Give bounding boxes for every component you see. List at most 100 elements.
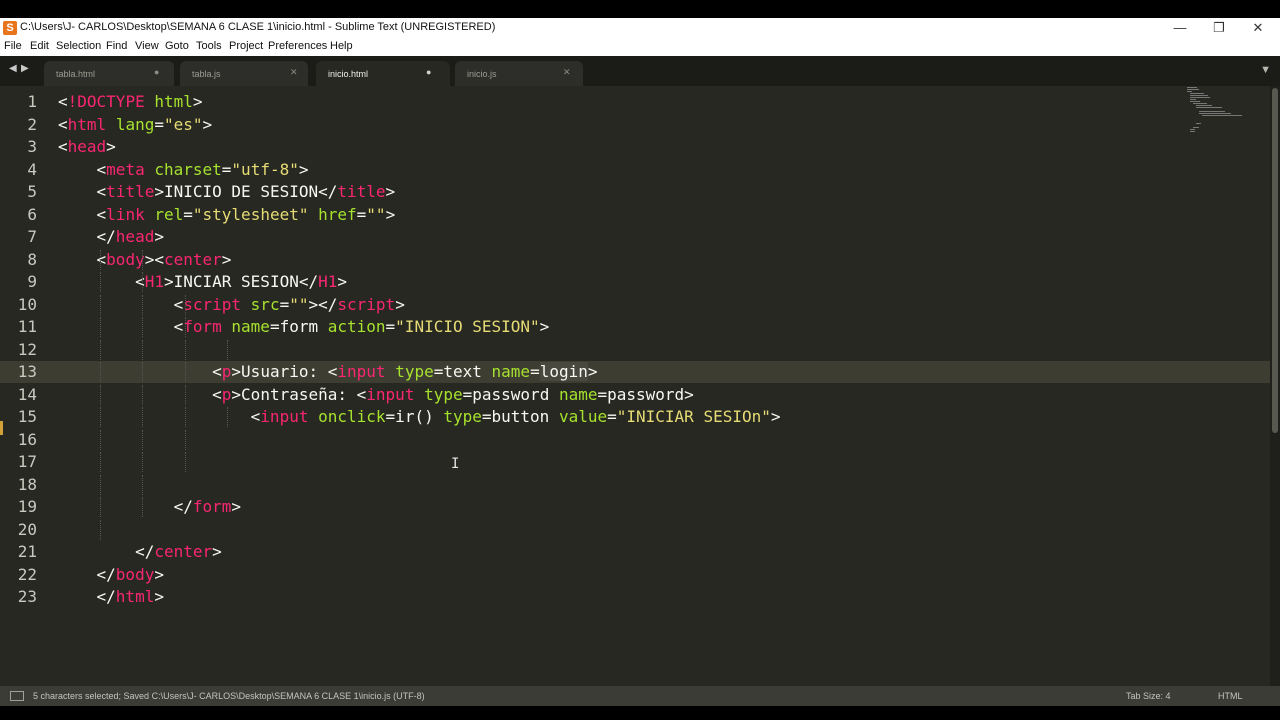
- tab-tabla-js[interactable]: tabla.js ✕: [180, 61, 308, 86]
- code-token: center: [154, 542, 213, 561]
- tab-next-icon[interactable]: ▶: [21, 63, 29, 74]
- menu-help[interactable]: Help: [330, 40, 353, 52]
- menu-tools[interactable]: Tools: [196, 40, 222, 52]
- indent-guide: [184, 294, 187, 315]
- line-number: 22: [17, 564, 37, 584]
- code-line[interactable]: <!DOCTYPE html>: [58, 91, 203, 113]
- code-token: >: [770, 407, 781, 426]
- code-line[interactable]: <script src=""></script>: [58, 294, 405, 316]
- code-token: <: [212, 384, 222, 404]
- code-token: name: [558, 384, 598, 404]
- unsaved-dot-icon[interactable]: ●: [426, 67, 431, 77]
- code-token: <: [58, 114, 68, 134]
- code-token: >: [337, 272, 348, 291]
- minimap[interactable]: [1185, 86, 1245, 146]
- code-line[interactable]: </html>: [58, 586, 164, 608]
- code-line[interactable]: <link rel="stylesheet" href="">: [58, 204, 396, 226]
- code-token: INCIAR SESION: [173, 272, 299, 291]
- indent-guide: [100, 272, 102, 292]
- code-token: action: [327, 317, 386, 336]
- tab-inicio-html[interactable]: inicio.html ●: [316, 61, 450, 86]
- code-token: name: [231, 317, 270, 336]
- tab-close-icon[interactable]: ✕: [563, 67, 571, 78]
- code-line[interactable]: <html lang="es">: [58, 114, 212, 136]
- code-line[interactable]: <form name=form action="INICIO SESION">: [58, 316, 550, 338]
- menu-find[interactable]: Find: [106, 40, 127, 52]
- menu-preferences[interactable]: Preferences: [268, 40, 327, 52]
- code-token: <: [327, 362, 338, 381]
- indent-guide: [142, 294, 144, 315]
- code-token: >: [154, 227, 164, 246]
- indent-guide: [100, 407, 102, 427]
- code-line[interactable]: </head>: [58, 226, 164, 248]
- indent-guide: [184, 452, 187, 472]
- indent-guide: [100, 452, 102, 472]
- minimize-button[interactable]: —: [1160, 18, 1200, 38]
- code-line[interactable]: <body><center>: [58, 249, 232, 271]
- code-token: >: [587, 362, 598, 381]
- close-button[interactable]: ✕: [1238, 18, 1278, 38]
- code-token: Contraseña:: [241, 384, 357, 404]
- code-token: >: [231, 362, 242, 381]
- code-token: "INICIAR SESIOn": [616, 407, 771, 426]
- code-token: <: [356, 384, 367, 404]
- menu-project[interactable]: Project: [229, 40, 263, 52]
- menu-selection[interactable]: Selection: [56, 40, 101, 52]
- code-token: >: [395, 294, 405, 314]
- restore-button[interactable]: ❐: [1199, 18, 1239, 38]
- code-token: script: [337, 294, 396, 314]
- menu-bar: File Edit Selection Find View Goto Tools…: [0, 38, 1280, 56]
- code-token: html: [67, 114, 107, 134]
- line-number: 15: [17, 407, 37, 426]
- tab-size-selector[interactable]: Tab Size: 4: [1126, 691, 1171, 701]
- menu-edit[interactable]: Edit: [30, 40, 49, 52]
- tab-label: inicio.js: [467, 69, 497, 79]
- code-token: =: [385, 317, 396, 336]
- code-token: </: [318, 182, 338, 201]
- indent-guide: [100, 384, 102, 405]
- code-line[interactable]: <p>Usuario: <input type=text name=login>: [58, 361, 598, 383]
- code-token: >: [231, 384, 242, 404]
- menu-file[interactable]: File: [4, 40, 22, 52]
- indent-guide: [142, 272, 144, 292]
- syntax-selector[interactable]: HTML: [1218, 691, 1243, 701]
- sublime-logo-icon: S: [3, 21, 17, 35]
- code-line[interactable]: <title>INICIO DE SESION</title>: [58, 181, 396, 203]
- code-token: form: [192, 497, 232, 516]
- code-token: >: [298, 159, 309, 179]
- tab-inicio-js[interactable]: inicio.js ✕: [455, 61, 583, 86]
- code-token: =ir(): [385, 407, 444, 426]
- code-line[interactable]: </center>: [58, 541, 222, 563]
- code-line[interactable]: <p>Contraseña: <input type=password name…: [58, 384, 694, 406]
- menu-view[interactable]: View: [135, 40, 159, 52]
- code-line[interactable]: <head>: [58, 136, 116, 158]
- panel-toggle-icon[interactable]: [10, 691, 24, 701]
- scrollbar-thumb[interactable]: [1272, 88, 1278, 433]
- menu-goto[interactable]: Goto: [165, 40, 189, 52]
- code-line[interactable]: <input onclick=ir() type=button value="I…: [58, 406, 781, 428]
- vertical-scrollbar[interactable]: [1270, 86, 1280, 686]
- indent-guide: [142, 317, 144, 337]
- unsaved-dot-icon[interactable]: ●: [154, 67, 159, 77]
- code-token: meta: [106, 159, 145, 179]
- tab-tabla-html[interactable]: tabla.html ●: [44, 61, 174, 86]
- indent-guide: [142, 339, 144, 360]
- line-number: 7: [27, 227, 37, 246]
- code-token: </: [96, 564, 116, 584]
- tab-close-icon[interactable]: ✕: [290, 67, 298, 78]
- line-number: 2: [27, 114, 37, 134]
- tab-prev-icon[interactable]: ◀: [9, 63, 17, 74]
- code-line[interactable]: </form>: [58, 496, 241, 518]
- code-token: title: [337, 182, 386, 201]
- status-message: 5 characters selected; Saved C:\Users\J-…: [33, 691, 425, 701]
- code-line[interactable]: <meta charset="utf-8">: [58, 159, 309, 181]
- tab-list-dropdown-icon[interactable]: ▼: [1260, 64, 1271, 76]
- indent-guide: [226, 407, 229, 427]
- code-line[interactable]: </body>: [58, 564, 164, 586]
- code-editor[interactable]: 1 2 3 4 5 6 7 8 9 10 11 12 13 14 15 16 17 18 19 20 21 22 23 <!…: [0, 86, 1270, 686]
